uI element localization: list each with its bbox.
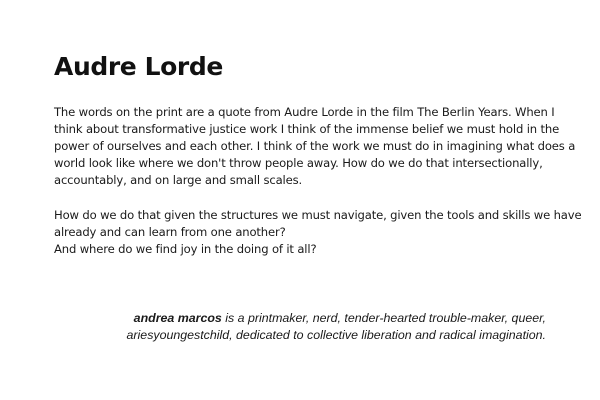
paragraph-line: think about transformative justice work … — [54, 122, 560, 136]
bio-line-1: andrea marcos is a printmaker, nerd, ten… — [127, 310, 546, 327]
author-bio: andrea marcos is a printmaker, nerd, ten… — [127, 310, 546, 344]
body-text: The words on the print are a quote from … — [54, 104, 582, 258]
paragraph-line: already and can learn from one another? — [54, 225, 286, 239]
paragraph-line: How do we do that given the structures w… — [54, 208, 582, 222]
paragraph-line: power of ourselves and each other. I thi… — [54, 139, 576, 153]
paragraph-line: accountably, and on large and small scal… — [54, 173, 303, 187]
paragraph-line: The words on the print are a quote from … — [54, 105, 555, 119]
bio-line-2: ariesyoungestchild, dedicated to collect… — [126, 328, 546, 342]
bio-description: is a printmaker, nerd, tender-hearted tr… — [221, 311, 546, 325]
paragraph-line: And where do we find joy in the doing of… — [54, 242, 317, 256]
paragraph-2: How do we do that given the structures w… — [54, 207, 582, 258]
author-name: andrea marcos — [133, 311, 222, 325]
page-title: Audre Lorde — [54, 52, 223, 81]
paragraph-line: world look like where we don't throw peo… — [54, 156, 543, 170]
paragraph-1: The words on the print are a quote from … — [54, 104, 576, 189]
page: Audre Lorde The words on the print are a… — [0, 0, 600, 400]
